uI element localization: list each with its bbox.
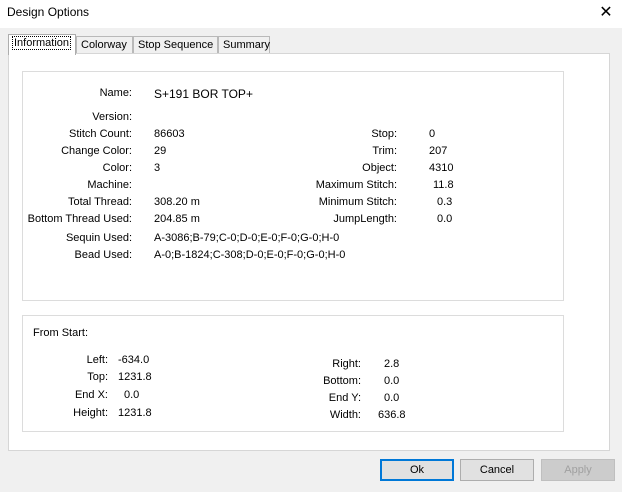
tab-information[interactable]: Information xyxy=(8,34,76,55)
information-panel: Name: S+191 BOR TOP+ Version: Stitch Cou… xyxy=(8,53,610,451)
change-color-value: 29 xyxy=(154,145,167,157)
max-stitch-label: Maximum Stitch: xyxy=(315,179,397,191)
ok-button[interactable]: Ok xyxy=(380,459,454,481)
cancel-button[interactable]: Cancel xyxy=(460,459,534,481)
object-value: 4310 xyxy=(429,162,454,174)
object-label: Object: xyxy=(362,162,397,174)
tab-stop-sequence[interactable]: Stop Sequence xyxy=(133,36,218,53)
color-label: Color: xyxy=(102,162,132,174)
sequin-used-value: A-3086;B-79;C-0;D-0;E-0;F-0;G-0;H-0 xyxy=(154,232,340,244)
bottom-value: 0.0 xyxy=(384,375,400,387)
bottom-thread-label: Bottom Thread Used: xyxy=(27,213,132,225)
tab-colorway[interactable]: Colorway xyxy=(76,36,133,53)
left-label: Left: xyxy=(86,354,108,366)
color-value: 3 xyxy=(154,162,161,174)
bottom-thread-value: 204.85 m xyxy=(154,213,200,225)
jump-length-label: JumpLength: xyxy=(333,213,397,225)
stitch-count-label: Stitch Count: xyxy=(69,128,132,140)
min-stitch-label: Minimum Stitch: xyxy=(318,196,397,208)
change-color-label: Change Color: xyxy=(61,145,132,157)
trim-value: 207 xyxy=(429,145,448,157)
height-value: 1231.8 xyxy=(118,407,152,419)
width-value: 636.8 xyxy=(378,409,406,421)
name-label: Name: xyxy=(99,87,132,99)
top-value: 1231.8 xyxy=(118,371,152,383)
top-label: Top: xyxy=(87,371,108,383)
left-value: -634.0 xyxy=(118,354,150,366)
name-value: S+191 BOR TOP+ xyxy=(154,87,253,101)
end-y-value: 0.0 xyxy=(384,392,400,404)
max-stitch-value: 11.8 xyxy=(433,179,454,191)
height-label: Height: xyxy=(73,407,108,419)
right-label: Right: xyxy=(332,358,361,370)
from-start-group: From Start: Left: -634.0 Top: 1231.8 End… xyxy=(22,315,564,432)
width-label: Width: xyxy=(329,409,361,421)
stop-value: 0 xyxy=(429,128,436,140)
close-icon[interactable]: ✕ xyxy=(596,3,616,23)
total-thread-label: Total Thread: xyxy=(67,196,132,208)
total-thread-value: 308.20 m xyxy=(154,196,200,208)
jump-length-value: 0.0 xyxy=(437,213,453,225)
stop-label: Stop: xyxy=(371,128,397,140)
bead-used-value: A-0;B-1824;C-308;D-0;E-0;F-0;G-0;H-0 xyxy=(154,249,346,261)
end-x-label: End X: xyxy=(74,389,108,401)
version-label: Version: xyxy=(92,111,132,123)
apply-button[interactable]: Apply xyxy=(541,459,615,481)
right-value: 2.8 xyxy=(384,358,400,370)
tab-summary[interactable]: Summary xyxy=(218,36,270,53)
bottom-label: Bottom: xyxy=(323,375,361,387)
window-title: Design Options xyxy=(7,5,90,19)
tab-information-label: Information xyxy=(11,36,72,50)
min-stitch-value: 0.3 xyxy=(437,196,453,208)
trim-label: Trim: xyxy=(372,145,397,157)
bead-used-label: Bead Used: xyxy=(74,249,132,261)
machine-label: Machine: xyxy=(87,179,132,191)
end-y-label: End Y: xyxy=(328,392,361,404)
title-bar: Design Options ✕ xyxy=(0,0,622,28)
end-x-value: 0.0 xyxy=(124,389,140,401)
from-start-heading: From Start: xyxy=(33,327,89,339)
sequin-used-label: Sequin Used: xyxy=(65,232,132,244)
design-info-group: Name: S+191 BOR TOP+ Version: Stitch Cou… xyxy=(22,71,564,301)
stitch-count-value: 86603 xyxy=(154,128,185,140)
